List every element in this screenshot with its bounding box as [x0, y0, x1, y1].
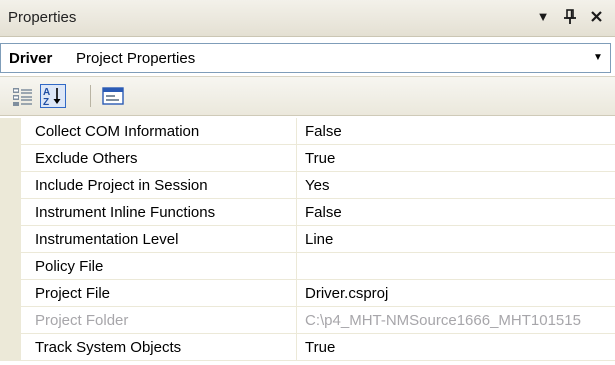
property-value[interactable]: Driver.csproj	[297, 280, 615, 307]
property-row[interactable]: Project File Driver.csproj	[0, 280, 615, 307]
property-value[interactable]: True	[297, 334, 615, 361]
row-margin	[0, 199, 21, 226]
window-position-dropdown-icon[interactable]: ▼	[532, 5, 554, 29]
property-row[interactable]: Policy File	[0, 253, 615, 280]
property-name: Collect COM Information	[21, 118, 297, 145]
properties-toolbar: A Z	[0, 76, 615, 116]
row-margin	[0, 226, 21, 253]
row-margin	[0, 253, 21, 280]
object-selector[interactable]: Driver Project Properties ▼	[0, 43, 611, 73]
property-row[interactable]: Exclude Others True	[0, 145, 615, 172]
auto-hide-pin-icon[interactable]	[559, 5, 581, 29]
property-value[interactable]: False	[297, 199, 615, 226]
close-icon[interactable]	[585, 5, 607, 29]
categorized-icon	[13, 88, 32, 106]
title-bar[interactable]: Properties ▼	[0, 0, 615, 37]
property-row[interactable]: Instrumentation Level Line	[0, 226, 615, 253]
property-row[interactable]: Track System Objects True	[0, 334, 615, 361]
alphabetical-icon: A Z	[43, 87, 61, 108]
property-value[interactable]	[297, 253, 615, 280]
row-margin	[0, 118, 21, 145]
property-name: Instrumentation Level	[21, 226, 297, 253]
property-row[interactable]: Collect COM Information False	[0, 118, 615, 145]
property-name: Track System Objects	[21, 334, 297, 361]
alphabetical-button[interactable]: A Z	[40, 84, 66, 108]
categorized-button[interactable]	[10, 84, 36, 108]
row-margin	[0, 334, 21, 361]
property-name: Exclude Others	[21, 145, 297, 172]
property-name: Project File	[21, 280, 297, 307]
property-row[interactable]: Include Project in Session Yes	[0, 172, 615, 199]
property-name: Instrument Inline Functions	[21, 199, 297, 226]
svg-text:Z: Z	[43, 97, 49, 107]
property-pages-icon	[102, 87, 124, 105]
property-value: C:\p4_MHT-NMSource1666_MHT101515	[297, 307, 615, 334]
property-name: Policy File	[21, 253, 297, 280]
property-value[interactable]: Yes	[297, 172, 615, 199]
property-row[interactable]: Instrument Inline Functions False	[0, 199, 615, 226]
property-pages-button[interactable]	[100, 84, 126, 108]
row-margin	[0, 307, 21, 334]
row-margin	[0, 145, 21, 172]
property-name: Include Project in Session	[21, 172, 297, 199]
property-row[interactable]: Project Folder C:\p4_MHT-NMSource1666_MH…	[0, 307, 615, 334]
object-name: Driver	[9, 50, 53, 67]
property-value[interactable]: Line	[297, 226, 615, 253]
row-margin	[0, 280, 21, 307]
property-grid: Collect COM Information False Exclude Ot…	[0, 118, 615, 365]
toolbar-separator	[90, 85, 91, 107]
properties-window: Properties ▼ Driver Project Properties ▼	[0, 0, 615, 365]
window-title: Properties	[8, 9, 77, 26]
object-type: Project Properties	[76, 50, 196, 67]
row-margin	[0, 172, 21, 199]
property-name: Project Folder	[21, 307, 297, 334]
property-value[interactable]: False	[297, 118, 615, 145]
selector-dropdown-icon[interactable]: ▼	[588, 46, 608, 70]
property-value[interactable]: True	[297, 145, 615, 172]
